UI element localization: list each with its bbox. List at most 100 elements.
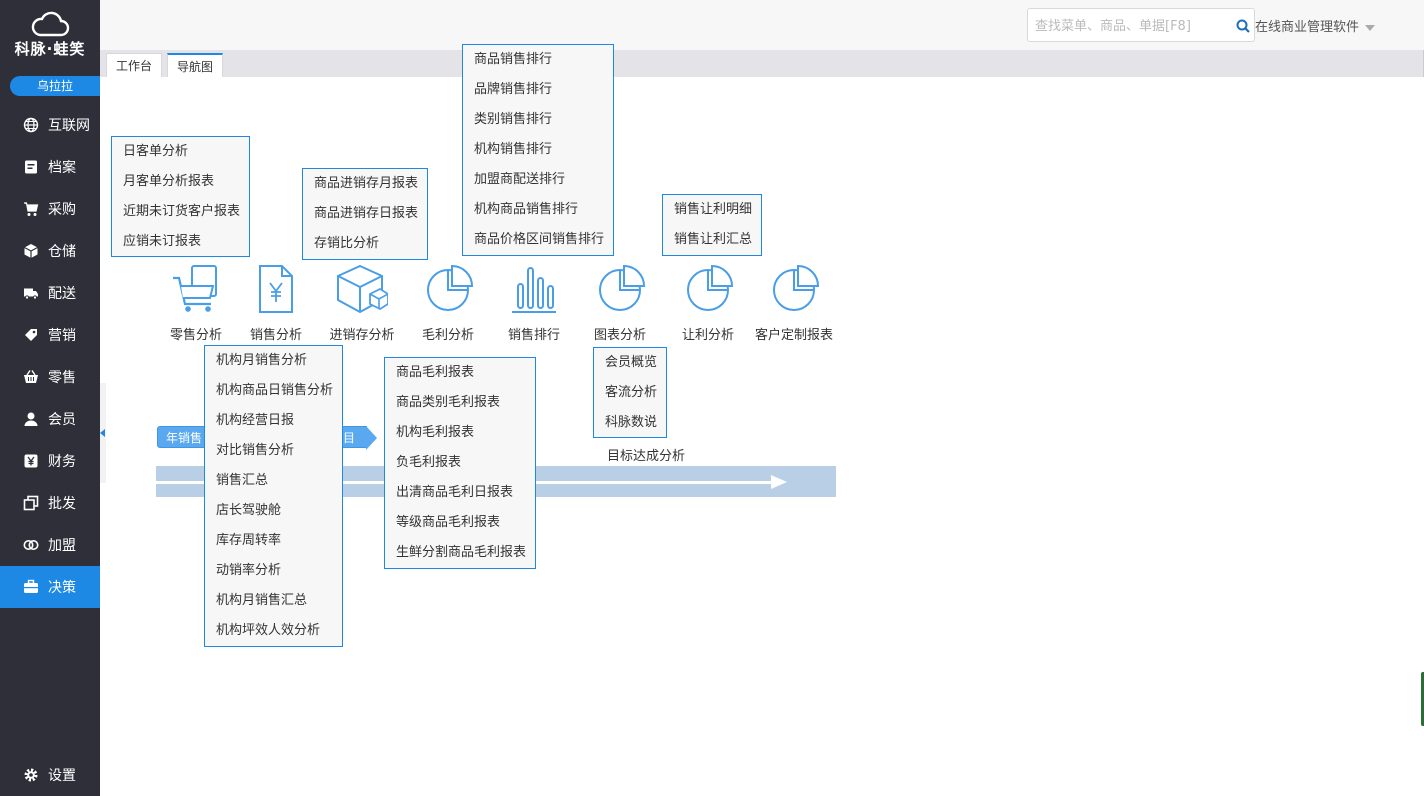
module-label: 图表分析	[593, 328, 646, 343]
menu-item[interactable]: 机构月销售汇总	[205, 586, 342, 616]
module-margin-analysis[interactable]: 毛利分析	[406, 264, 490, 343]
app-title-menu[interactable]: 在线商业管理软件	[1255, 16, 1376, 35]
menu-discount-analysis: 销售让利明细 销售让利汇总	[662, 194, 762, 256]
search-icon[interactable]	[1236, 19, 1250, 37]
menu-item[interactable]: 销售让利明细	[663, 195, 761, 225]
sidebar-item-label: 设置	[48, 768, 76, 784]
chevron-down-icon	[1365, 24, 1376, 31]
menu-item[interactable]: 销售让利汇总	[663, 225, 761, 255]
menu-item[interactable]: 会员概览	[594, 348, 666, 378]
menu-item[interactable]: 商品类别毛利报表	[385, 388, 535, 418]
module-inventory-analysis[interactable]: 进销存分析	[320, 264, 404, 343]
menu-item[interactable]: 机构坪效人效分析	[205, 616, 342, 646]
sidebar-item-warehouse[interactable]: 仓储	[0, 230, 100, 272]
sidebar-item-decision[interactable]: 决策	[0, 566, 100, 608]
sidebar-item-label: 批发	[48, 496, 76, 512]
tab-navigation-map[interactable]: 导航图	[167, 53, 224, 77]
menu-sales-ranking: 商品销售排行 品牌销售排行 类别销售排行 机构销售排行 加盟商配送排行 机构商品…	[462, 44, 614, 256]
menu-item[interactable]: 商品进销存月报表	[303, 169, 427, 199]
sidebar-item-purchase[interactable]: 采购	[0, 188, 100, 230]
sidebar-item-label: 互联网	[48, 118, 90, 134]
module-sales-ranking[interactable]: 销售排行	[492, 264, 576, 343]
menu-item[interactable]: 加盟商配送排行	[463, 165, 613, 195]
basket-icon	[22, 368, 40, 386]
sidebar-item-settings[interactable]: 设置	[0, 754, 100, 796]
current-user-badge[interactable]: 乌拉拉	[10, 76, 100, 96]
menu-item[interactable]: 生鲜分割商品毛利报表	[385, 538, 535, 568]
cart-icon	[22, 200, 40, 218]
module-chart-analysis[interactable]: 图表分析	[578, 264, 662, 343]
menu-item[interactable]: 机构月销售分析	[205, 346, 342, 376]
yen-icon	[22, 452, 40, 470]
sidebar-item-retail[interactable]: 零售	[0, 356, 100, 398]
menu-item[interactable]: 日客单分析	[112, 137, 249, 167]
menu-item[interactable]: 商品毛利报表	[385, 358, 535, 388]
sidebar-item-member[interactable]: 会员	[0, 398, 100, 440]
menu-item[interactable]: 出清商品毛利日报表	[385, 478, 535, 508]
menu-item[interactable]: 存销比分析	[303, 229, 427, 259]
pie-chart-icon	[599, 264, 646, 311]
sidebar: 科脉·蛙笑 乌拉拉 互联网 档案 采购 仓储 配送 营销 零售 会员 财务 批发…	[0, 0, 100, 796]
sidebar-item-label: 会员	[48, 412, 76, 428]
sidebar-item-wholesale[interactable]: 批发	[0, 482, 100, 524]
pie-chart-icon	[773, 264, 820, 311]
menu-item[interactable]: 品牌销售排行	[463, 75, 613, 105]
sidebar-item-marketing[interactable]: 营销	[0, 314, 100, 356]
module-discount-analysis[interactable]: 让利分析	[666, 264, 750, 343]
menu-item[interactable]: 负毛利报表	[385, 448, 535, 478]
menu-item[interactable]: 商品销售排行	[463, 45, 613, 75]
module-label: 让利分析	[681, 328, 734, 343]
menu-item[interactable]: 等级商品毛利报表	[385, 508, 535, 538]
menu-item[interactable]: 机构经营日报	[205, 406, 342, 436]
menu-item[interactable]: 商品价格区间销售排行	[463, 225, 613, 255]
menu-item[interactable]: 科脉数说	[594, 408, 666, 438]
menu-item[interactable]: 机构毛利报表	[385, 418, 535, 448]
module-label: 销售排行	[507, 328, 560, 343]
rings-icon	[22, 536, 40, 554]
sidebar-item-archive[interactable]: 档案	[0, 146, 100, 188]
sidebar-collapse-handle[interactable]	[100, 383, 106, 483]
sidebar-item-label: 决策	[48, 580, 76, 596]
menu-item[interactable]: 对比销售分析	[205, 436, 342, 466]
goal-analysis-link[interactable]: 目标达成分析	[607, 445, 685, 464]
module-custom-reports[interactable]: 客户定制报表	[752, 264, 836, 343]
menu-chart-analysis: 会员概览 客流分析 科脉数说	[593, 347, 667, 438]
menu-item[interactable]: 客流分析	[594, 378, 666, 408]
module-label: 销售分析	[249, 328, 302, 343]
menu-item[interactable]: 店长驾驶舱	[205, 496, 342, 526]
menu-item[interactable]: 销售汇总	[205, 466, 342, 496]
sidebar-item-internet[interactable]: 互联网	[0, 104, 100, 146]
menu-item[interactable]: 类别销售排行	[463, 105, 613, 135]
menu-item[interactable]: 动销率分析	[205, 556, 342, 586]
sidebar-nav: 互联网 档案 采购 仓储 配送 营销 零售 会员 财务 批发 加盟 决策	[0, 104, 100, 608]
menu-item[interactable]: 机构销售排行	[463, 135, 613, 165]
menu-item[interactable]: 近期未订货客户报表	[112, 197, 249, 227]
menu-item[interactable]: 库存周转率	[205, 526, 342, 556]
module-label: 客户定制报表	[754, 328, 833, 343]
sidebar-item-delivery[interactable]: 配送	[0, 272, 100, 314]
module-sales-analysis[interactable]: 销售分析	[234, 264, 318, 343]
menu-margin-analysis: 商品毛利报表 商品类别毛利报表 机构毛利报表 负毛利报表 出清商品毛利日报表 等…	[384, 357, 536, 569]
menu-item[interactable]: 机构商品销售排行	[463, 195, 613, 225]
brand-name: 科脉·蛙笑	[14, 40, 86, 58]
top-bar: 在线商业管理软件	[100, 0, 1424, 50]
tab-workbench[interactable]: 工作台	[106, 53, 163, 77]
chevron-left-icon	[100, 429, 105, 437]
menu-item[interactable]: 商品进销存日报表	[303, 199, 427, 229]
sidebar-item-label: 仓储	[48, 244, 76, 260]
sidebar-item-label: 加盟	[48, 538, 76, 554]
module-label: 零售分析	[169, 328, 222, 343]
sidebar-item-franchise[interactable]: 加盟	[0, 524, 100, 566]
menu-item[interactable]: 机构商品日销售分析	[205, 376, 342, 406]
menu-retail-analysis: 日客单分析 月客单分析报表 近期未订货客户报表 应销未订报表	[111, 136, 250, 257]
menu-inventory-analysis: 商品进销存月报表 商品进销存日报表 存销比分析	[302, 168, 428, 260]
search-input[interactable]	[1033, 10, 1227, 42]
brand-logo: 科脉·蛙笑	[0, 10, 100, 59]
truck-icon	[22, 284, 40, 302]
yen-doc-icon	[259, 265, 293, 313]
menu-item[interactable]: 月客单分析报表	[112, 167, 249, 197]
bar-chart-icon	[512, 267, 556, 313]
menu-item[interactable]: 应销未订报表	[112, 227, 249, 257]
module-retail-analysis[interactable]: 零售分析	[154, 264, 238, 343]
sidebar-item-finance[interactable]: 财务	[0, 440, 100, 482]
